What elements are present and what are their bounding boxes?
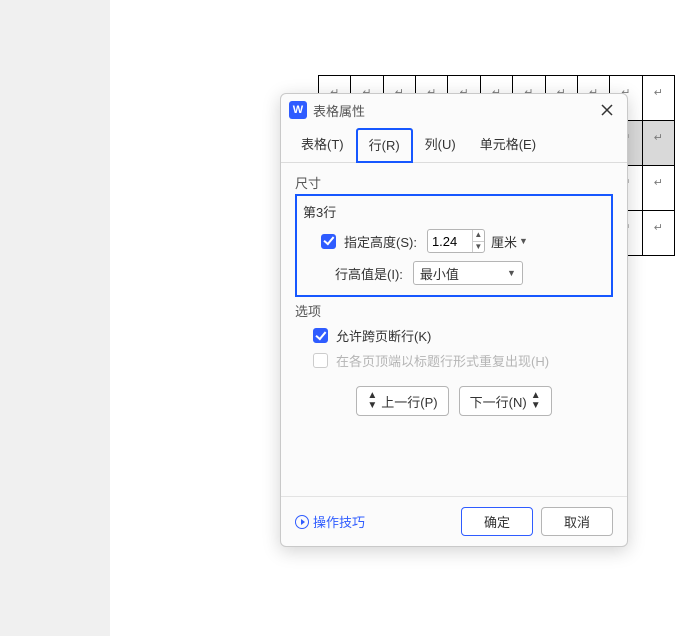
ok-button[interactable]: 确定 <box>461 507 533 536</box>
repeat-header-label: 在各页顶端以标题行形式重复出现(H) <box>336 351 549 370</box>
spinner-up-icon[interactable]: ▲ <box>473 230 484 241</box>
row-height-type-select[interactable]: 最小值 ▼ <box>413 261 523 285</box>
tab-table[interactable]: 表格(T) <box>289 128 356 163</box>
spinner-down-icon[interactable]: ▼ <box>473 241 484 253</box>
app-icon: W <box>289 101 307 119</box>
close-icon[interactable] <box>597 100 617 120</box>
repeat-header-checkbox <box>313 353 328 368</box>
caret-down-icon: ▼ <box>507 268 516 278</box>
tab-cell[interactable]: 单元格(E) <box>468 128 548 163</box>
row-height-is-label: 行高值是(I): <box>335 264 403 283</box>
row-height-type-value: 最小值 <box>420 264 459 283</box>
dialog-footer: 操作技巧 确定 取消 <box>281 496 627 546</box>
dialog-body: 尺寸 第3行 指定高度(S): ▲ ▼ 厘米 <box>281 163 627 496</box>
tabbar: 表格(T) 行(R) 列(U) 单元格(E) <box>281 128 627 163</box>
prev-row-label: 上一行(P) <box>381 392 437 411</box>
height-spinner[interactable]: ▲ ▼ <box>427 229 485 253</box>
allow-break-label: 允许跨页断行(K) <box>336 326 431 345</box>
section-size-label: 尺寸 <box>295 173 613 192</box>
size-highlight-box: 第3行 指定高度(S): ▲ ▼ 厘米 ▼ <box>295 194 613 297</box>
section-options-label: 选项 <box>295 301 613 320</box>
table-properties-dialog: W 表格属性 表格(T) 行(R) 列(U) 单元格(E) 尺寸 第3行 指定高… <box>280 93 628 547</box>
row-number-label: 第3行 <box>303 202 605 221</box>
caret-down-icon: ▼ <box>519 236 528 246</box>
next-row-button[interactable]: 下一行(N) ▲▼ <box>459 386 552 416</box>
prev-row-button[interactable]: ▲▼ 上一行(P) <box>356 386 448 416</box>
height-input[interactable] <box>428 230 472 252</box>
tab-column[interactable]: 列(U) <box>413 128 468 163</box>
tips-label: 操作技巧 <box>313 512 365 531</box>
next-row-label: 下一行(N) <box>470 392 527 411</box>
updown-icon: ▲▼ <box>531 391 541 411</box>
dialog-title: 表格属性 <box>313 101 591 120</box>
specify-height-label: 指定高度(S): <box>344 232 417 251</box>
cancel-button[interactable]: 取消 <box>541 507 613 536</box>
updown-icon: ▲▼ <box>367 391 377 411</box>
unit-label: 厘米 <box>491 232 517 251</box>
unit-select[interactable]: 厘米 ▼ <box>491 232 528 251</box>
titlebar: W 表格属性 <box>281 94 627 124</box>
document-gutter <box>0 0 110 636</box>
document-area: ↵↵↵↵↵↵↵↵↵↵↵ ↵↵↵↵↵↵↵↵↵↵↵ ↵↵↵↵↵↵↵↵↵↵↵ ↵↵↵↵… <box>110 0 675 636</box>
tab-row[interactable]: 行(R) <box>356 128 413 163</box>
tips-link[interactable]: 操作技巧 <box>295 512 461 531</box>
specify-height-checkbox[interactable] <box>321 234 336 249</box>
play-circle-icon <box>295 515 309 529</box>
allow-break-checkbox[interactable] <box>313 328 328 343</box>
